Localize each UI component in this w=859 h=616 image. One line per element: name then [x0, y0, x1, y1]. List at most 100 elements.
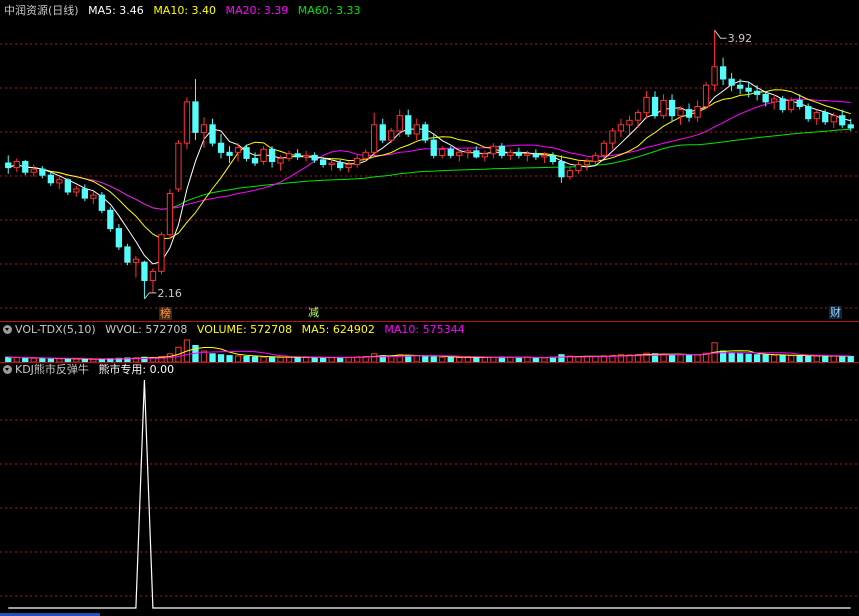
candle	[115, 224, 122, 250]
kdj-line	[8, 379, 851, 609]
candle-body-up	[345, 164, 352, 169]
candle	[771, 94, 778, 110]
candle-body-up	[541, 154, 548, 158]
candle-body-up	[175, 142, 182, 190]
event-badge-bang[interactable]: 榜	[159, 307, 172, 320]
candle-body-down	[558, 161, 565, 178]
candle-body-up	[303, 154, 310, 158]
kdj-indicator-name[interactable]: KDJ熊市反弹牛	[15, 363, 89, 376]
volume-header: VOL-TDX(5,10) WVOL: 572708 VOLUME: 57270…	[0, 322, 471, 338]
candle-body-down	[251, 157, 259, 164]
candle	[507, 149, 514, 160]
candle-body-down	[107, 209, 114, 230]
candle-body-down	[311, 154, 318, 161]
candle	[354, 155, 361, 168]
candle-body-down	[226, 151, 233, 156]
candle	[388, 127, 395, 144]
vol-ma10-value: MA10: 575344	[384, 323, 465, 336]
volume-chart[interactable]	[0, 338, 859, 362]
candle-body-up	[260, 148, 267, 163]
volume-value: VOLUME: 572708	[196, 323, 293, 336]
candle	[634, 109, 642, 128]
candle-body-down	[209, 124, 216, 144]
chevron-down-icon[interactable]	[3, 365, 12, 374]
candle	[813, 109, 820, 125]
candle	[294, 149, 301, 160]
candle-body-down	[422, 124, 429, 141]
candle-body-up	[362, 151, 369, 159]
candle	[839, 109, 846, 128]
chevron-down-icon[interactable]	[3, 325, 12, 334]
candle	[720, 57, 727, 86]
candle-body-up	[277, 157, 284, 164]
candle	[73, 185, 80, 197]
candle-body-up	[183, 101, 191, 144]
candle	[405, 109, 412, 138]
candle	[805, 103, 812, 122]
candle	[209, 118, 216, 147]
candle-body-up	[464, 150, 472, 153]
candle	[285, 150, 293, 162]
candle-body-up	[285, 153, 293, 159]
candle-body-down	[268, 148, 276, 163]
volume-bar	[745, 353, 752, 362]
candle-body-up	[575, 164, 582, 172]
price-chart[interactable]: 3.92 2.16	[0, 0, 859, 320]
candle-body-up	[413, 124, 420, 135]
candle-body-down	[745, 87, 752, 92]
candle-body-down	[847, 124, 854, 129]
candle	[64, 178, 71, 196]
candle-body-up	[354, 157, 361, 165]
candle	[30, 164, 37, 177]
ma60-line	[8, 128, 851, 210]
candle-body-down	[822, 112, 829, 123]
candle	[617, 118, 625, 138]
kdj-line-value: 熊市专用: 0.00	[98, 363, 175, 376]
candle-body-up	[132, 258, 140, 263]
candle-body-up	[149, 270, 157, 282]
candle-body-down	[685, 109, 693, 118]
candle	[413, 118, 420, 141]
candle	[371, 112, 378, 156]
candle	[728, 72, 735, 92]
candle-body-down	[337, 162, 344, 169]
event-badge-jian[interactable]: 减	[307, 306, 320, 319]
candle-body-down	[217, 142, 225, 153]
candle-body-down	[515, 151, 523, 156]
candle	[175, 140, 182, 192]
candle-body-up	[643, 96, 650, 114]
candle-body-up	[490, 145, 497, 155]
vol-indicator-name[interactable]: VOL-TDX(5,10)	[15, 323, 96, 336]
volume-bar	[209, 353, 216, 362]
candle-body-down	[39, 168, 46, 176]
high-price-label: 3.92	[728, 32, 753, 45]
candle-body-down	[447, 148, 454, 156]
candle-body-down	[192, 101, 199, 133]
candle-body-up	[660, 99, 667, 117]
candle-body-up	[583, 161, 591, 166]
candle-body-up	[830, 115, 837, 123]
candle	[107, 207, 114, 232]
kdj-chart[interactable]	[0, 378, 859, 614]
candle-body-up	[813, 112, 820, 120]
candle	[192, 79, 199, 141]
ma10-line	[8, 89, 851, 240]
candle	[702, 82, 710, 110]
candle-body-up	[592, 154, 599, 162]
low-marker-line	[144, 292, 157, 300]
candle	[158, 231, 165, 275]
candle	[183, 97, 191, 150]
volume-bar	[737, 353, 744, 362]
candle-body-up	[600, 142, 608, 156]
candle-body-down	[549, 154, 557, 162]
candle	[754, 85, 761, 101]
candle-body-down	[98, 194, 105, 211]
candle	[668, 94, 676, 122]
candle-body-down	[754, 90, 761, 95]
candle	[490, 143, 497, 159]
candle-body-down	[720, 66, 727, 80]
candle-body-up	[158, 234, 165, 272]
volume-bar	[779, 354, 786, 362]
event-badge-cai[interactable]: 财	[829, 306, 842, 319]
candle	[626, 115, 633, 134]
